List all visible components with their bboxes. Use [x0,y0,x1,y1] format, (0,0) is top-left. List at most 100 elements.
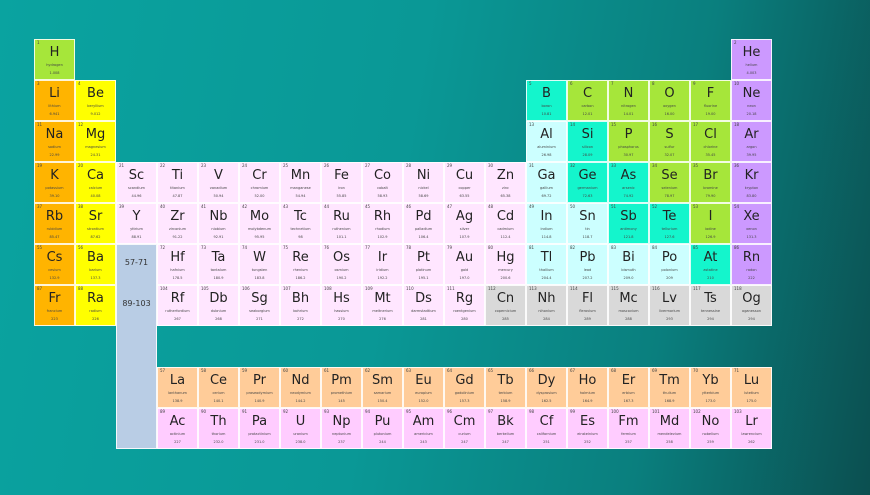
element-cell-californium[interactable]: 98 Cf californium 251 [526,408,567,449]
element-cell-boron[interactable]: 5 Bboron 10.81 [526,80,567,121]
element-cell-erbium[interactable]: 68 Er erbium 167.3 [608,367,649,408]
element-cell-selenium[interactable]: 34 Se selenium 78.97 [649,162,690,203]
element-cell-seaborgium[interactable]: 106 Sg seaborgium 271 [239,285,280,326]
element-cell-tellurium[interactable]: 52 Te tellurium 127.6 [649,203,690,244]
element-cell-protactinium[interactable]: 91 Pa protactinium 231.0 [239,408,280,449]
element-cell-potassium[interactable]: 19 Kpotassium 39.10 [34,162,75,203]
element-cell-neon[interactable]: 10 Ne neon 20.18 [731,80,772,121]
element-cell-tantalum[interactable]: 73 Ta tantalum 180.9 [198,244,239,285]
element-cell-francium[interactable]: 87 Fr francium 223 [34,285,75,326]
element-cell-berkelium[interactable]: 97 Bk berkelium 247 [485,408,526,449]
element-cell-carbon[interactable]: 6 Ccarbon 12.01 [567,80,608,121]
element-cell-terbium[interactable]: 65 Tb terbium 158.9 [485,367,526,408]
element-cell-americium[interactable]: 95 Am americium 243 [403,408,444,449]
element-cell-titanium[interactable]: 22 Ti titanium 47.87 [157,162,198,203]
element-cell-silver[interactable]: 47 Ag silver 107.9 [444,203,485,244]
element-cell-krypton[interactable]: 36 Kr krypton 83.80 [731,162,772,203]
element-cell-argon[interactable]: 18 Ar argon 39.95 [731,121,772,162]
element-cell-germanium[interactable]: 32 Ge germanium 72.63 [567,162,608,203]
element-cell-polonium[interactable]: 84 Po polonium 209 [649,244,690,285]
element-cell-molybdenum[interactable]: 42 Mo molybdenum 95.95 [239,203,280,244]
element-cell-gold[interactable]: 79 Au gold 197.0 [444,244,485,285]
element-cell-bismuth[interactable]: 83 Bi bismuth 209.0 [608,244,649,285]
element-cell-cobalt[interactable]: 27 Co cobalt 58.93 [362,162,403,203]
element-cell-iodine[interactable]: 53 Iiodine 126.9 [690,203,731,244]
element-cell-actinium[interactable]: 89 Ac actinium 227 [157,408,198,449]
element-cell-phosphorus[interactable]: 15 Pphosphorus 30.97 [608,121,649,162]
element-cell-arsenic[interactable]: 33 As arsenic 74.92 [608,162,649,203]
element-cell-europium[interactable]: 63 Eu europium 152.0 [403,367,444,408]
element-cell-aluminium[interactable]: 13 Al aluminium 26.98 [526,121,567,162]
element-cell-nobelium[interactable]: 102 No nobelium 259 [690,408,731,449]
element-cell-beryllium[interactable]: 4 Be beryllium 9.012 [75,80,116,121]
element-cell-cadmium[interactable]: 48 Cd cadmium 112.4 [485,203,526,244]
element-cell-curium[interactable]: 96 Cm curium 247 [444,408,485,449]
element-cell-dysprosium[interactable]: 66 Dy dysprosium 162.5 [526,367,567,408]
element-cell-xenon[interactable]: 54 Xe xenon 131.3 [731,203,772,244]
element-cell-magnesium[interactable]: 12 Mg magnesium 24.31 [75,121,116,162]
element-cell-strontium[interactable]: 38 Sr strontium 87.62 [75,203,116,244]
element-cell-manganese[interactable]: 25 Mn manganese 54.94 [280,162,321,203]
element-cell-praseodymium[interactable]: 59 Pr praseodymium 140.9 [239,367,280,408]
element-cell-bromine[interactable]: 35 Br bromine 79.90 [690,162,731,203]
element-cell-flerovium[interactable]: 114 Fl flerovium 289 [567,285,608,326]
element-cell-vanadium[interactable]: 23 Vvanadium 50.94 [198,162,239,203]
element-cell-lithium[interactable]: 3 Li lithium 6.941 [34,80,75,121]
element-cell-mendelevium[interactable]: 101 Md mendelevium 258 [649,408,690,449]
element-cell-silicon[interactable]: 14 Si silicon 28.09 [567,121,608,162]
element-cell-holmium[interactable]: 67 Ho holmium 164.9 [567,367,608,408]
element-cell-darmstadtium[interactable]: 110 Ds darmstadtium 281 [403,285,444,326]
element-cell-nihonium[interactable]: 113 Nh nihonium 284 [526,285,567,326]
element-cell-zirconium[interactable]: 40 Zr zirconium 91.22 [157,203,198,244]
element-cell-dubnium[interactable]: 105 Db dubnium 268 [198,285,239,326]
element-cell-tungsten[interactable]: 74 Wtungsten 183.8 [239,244,280,285]
element-cell-thulium[interactable]: 69 Tm thulium 168.9 [649,367,690,408]
element-cell-nickel[interactable]: 28 Ni nickel 58.69 [403,162,444,203]
element-cell-neodymium[interactable]: 60 Nd neodymium 144.2 [280,367,321,408]
element-cell-gallium[interactable]: 31 Ga gallium 69.72 [526,162,567,203]
element-cell-ruthenium[interactable]: 44 Ru ruthenium 101.1 [321,203,362,244]
element-cell-iron[interactable]: 26 Fe iron 55.85 [321,162,362,203]
element-cell-indium[interactable]: 49 In indium 114.8 [526,203,567,244]
element-cell-hafnium[interactable]: 72 Hf hafnium 178.5 [157,244,198,285]
element-cell-fermium[interactable]: 100 Fm fermium 257 [608,408,649,449]
element-cell-cesium[interactable]: 55 Cs cesium 132.9 [34,244,75,285]
element-cell-radon[interactable]: 86 Rn radon 222 [731,244,772,285]
element-cell-plutonium[interactable]: 94 Pu plutonium 244 [362,408,403,449]
element-cell-uranium[interactable]: 92 Uuranium 238.0 [280,408,321,449]
element-cell-meitnerium[interactable]: 109 Mt meitnerium 276 [362,285,403,326]
element-cell-mercury[interactable]: 80 Hg mercury 200.6 [485,244,526,285]
element-cell-radium[interactable]: 88 Ra radium 226 [75,285,116,326]
element-cell-oxygen[interactable]: 8 Ooxygen 16.00 [649,80,690,121]
element-cell-lutetium[interactable]: 71 Lu lutetium 175.0 [731,367,772,408]
element-cell-tennessine[interactable]: 117 Ts tennessine 294 [690,285,731,326]
element-cell-lawrencium[interactable]: 103 Lr lawrencium 262 [731,408,772,449]
element-cell-thallium[interactable]: 81 Tl thallium 204.4 [526,244,567,285]
element-cell-rhenium[interactable]: 75 Re rhenium 186.2 [280,244,321,285]
element-cell-neptunium[interactable]: 93 Np neptunium 237 [321,408,362,449]
element-cell-chromium[interactable]: 24 Cr chromium 52.00 [239,162,280,203]
element-cell-livermorium[interactable]: 116 Lv livermorium 293 [649,285,690,326]
element-cell-thorium[interactable]: 90 Th thorium 232.0 [198,408,239,449]
element-cell-technetium[interactable]: 43 Tc technetium 98 [280,203,321,244]
element-cell-moscovium[interactable]: 115 Mc moscovium 288 [608,285,649,326]
element-cell-iridium[interactable]: 77 Ir iridium 192.2 [362,244,403,285]
element-cell-palladium[interactable]: 46 Pd palladium 106.4 [403,203,444,244]
element-cell-gadolinium[interactable]: 64 Gd gadolinium 157.3 [444,367,485,408]
element-cell-lead[interactable]: 82 Pb lead 207.2 [567,244,608,285]
element-cell-hassium[interactable]: 108 Hs hassium 270 [321,285,362,326]
element-cell-rutherfordium[interactable]: 104 Rf rutherfordium 267 [157,285,198,326]
element-cell-tin[interactable]: 50 Sn tin 118.7 [567,203,608,244]
element-cell-yttrium[interactable]: 39 Yyttrium 88.91 [116,203,157,244]
element-cell-promethium[interactable]: 61 Pm promethium 145 [321,367,362,408]
element-cell-cerium[interactable]: 58 Ce cerium 140.1 [198,367,239,408]
element-cell-antimony[interactable]: 51 Sb antimony 121.8 [608,203,649,244]
element-cell-astatine[interactable]: 85 At astatine 210 [690,244,731,285]
element-cell-zinc[interactable]: 30 Zn zinc 65.38 [485,162,526,203]
element-cell-einsteinium[interactable]: 99 Es einsteinium 252 [567,408,608,449]
element-cell-rhodium[interactable]: 45 Rh rhodium 102.9 [362,203,403,244]
element-cell-calcium[interactable]: 20 Ca calcium 40.08 [75,162,116,203]
element-cell-copernicium[interactable]: 112 Cn copernicium 285 [485,285,526,326]
element-cell-lanthanum[interactable]: 57 La lanthanum 138.9 [157,367,198,408]
element-cell-sodium[interactable]: 11 Na sodium 22.99 [34,121,75,162]
